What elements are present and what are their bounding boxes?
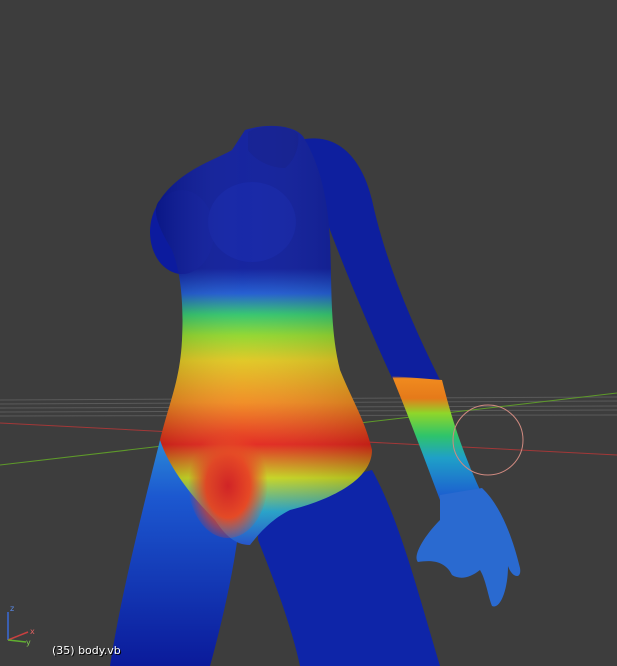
gizmo-y-label: y [26, 638, 31, 647]
gizmo-z-label: z [10, 604, 14, 613]
3d-viewport[interactable]: z x y (35) body.vb [0, 0, 617, 666]
active-object-label: (35) body.vb [52, 644, 121, 657]
mesh-forearm [392, 376, 480, 500]
gizmo-x-label: x [30, 627, 35, 636]
axis-gizmo: z x y [7, 604, 35, 647]
viewport-scene[interactable]: z x y [0, 0, 617, 666]
mesh-hand [416, 488, 521, 607]
